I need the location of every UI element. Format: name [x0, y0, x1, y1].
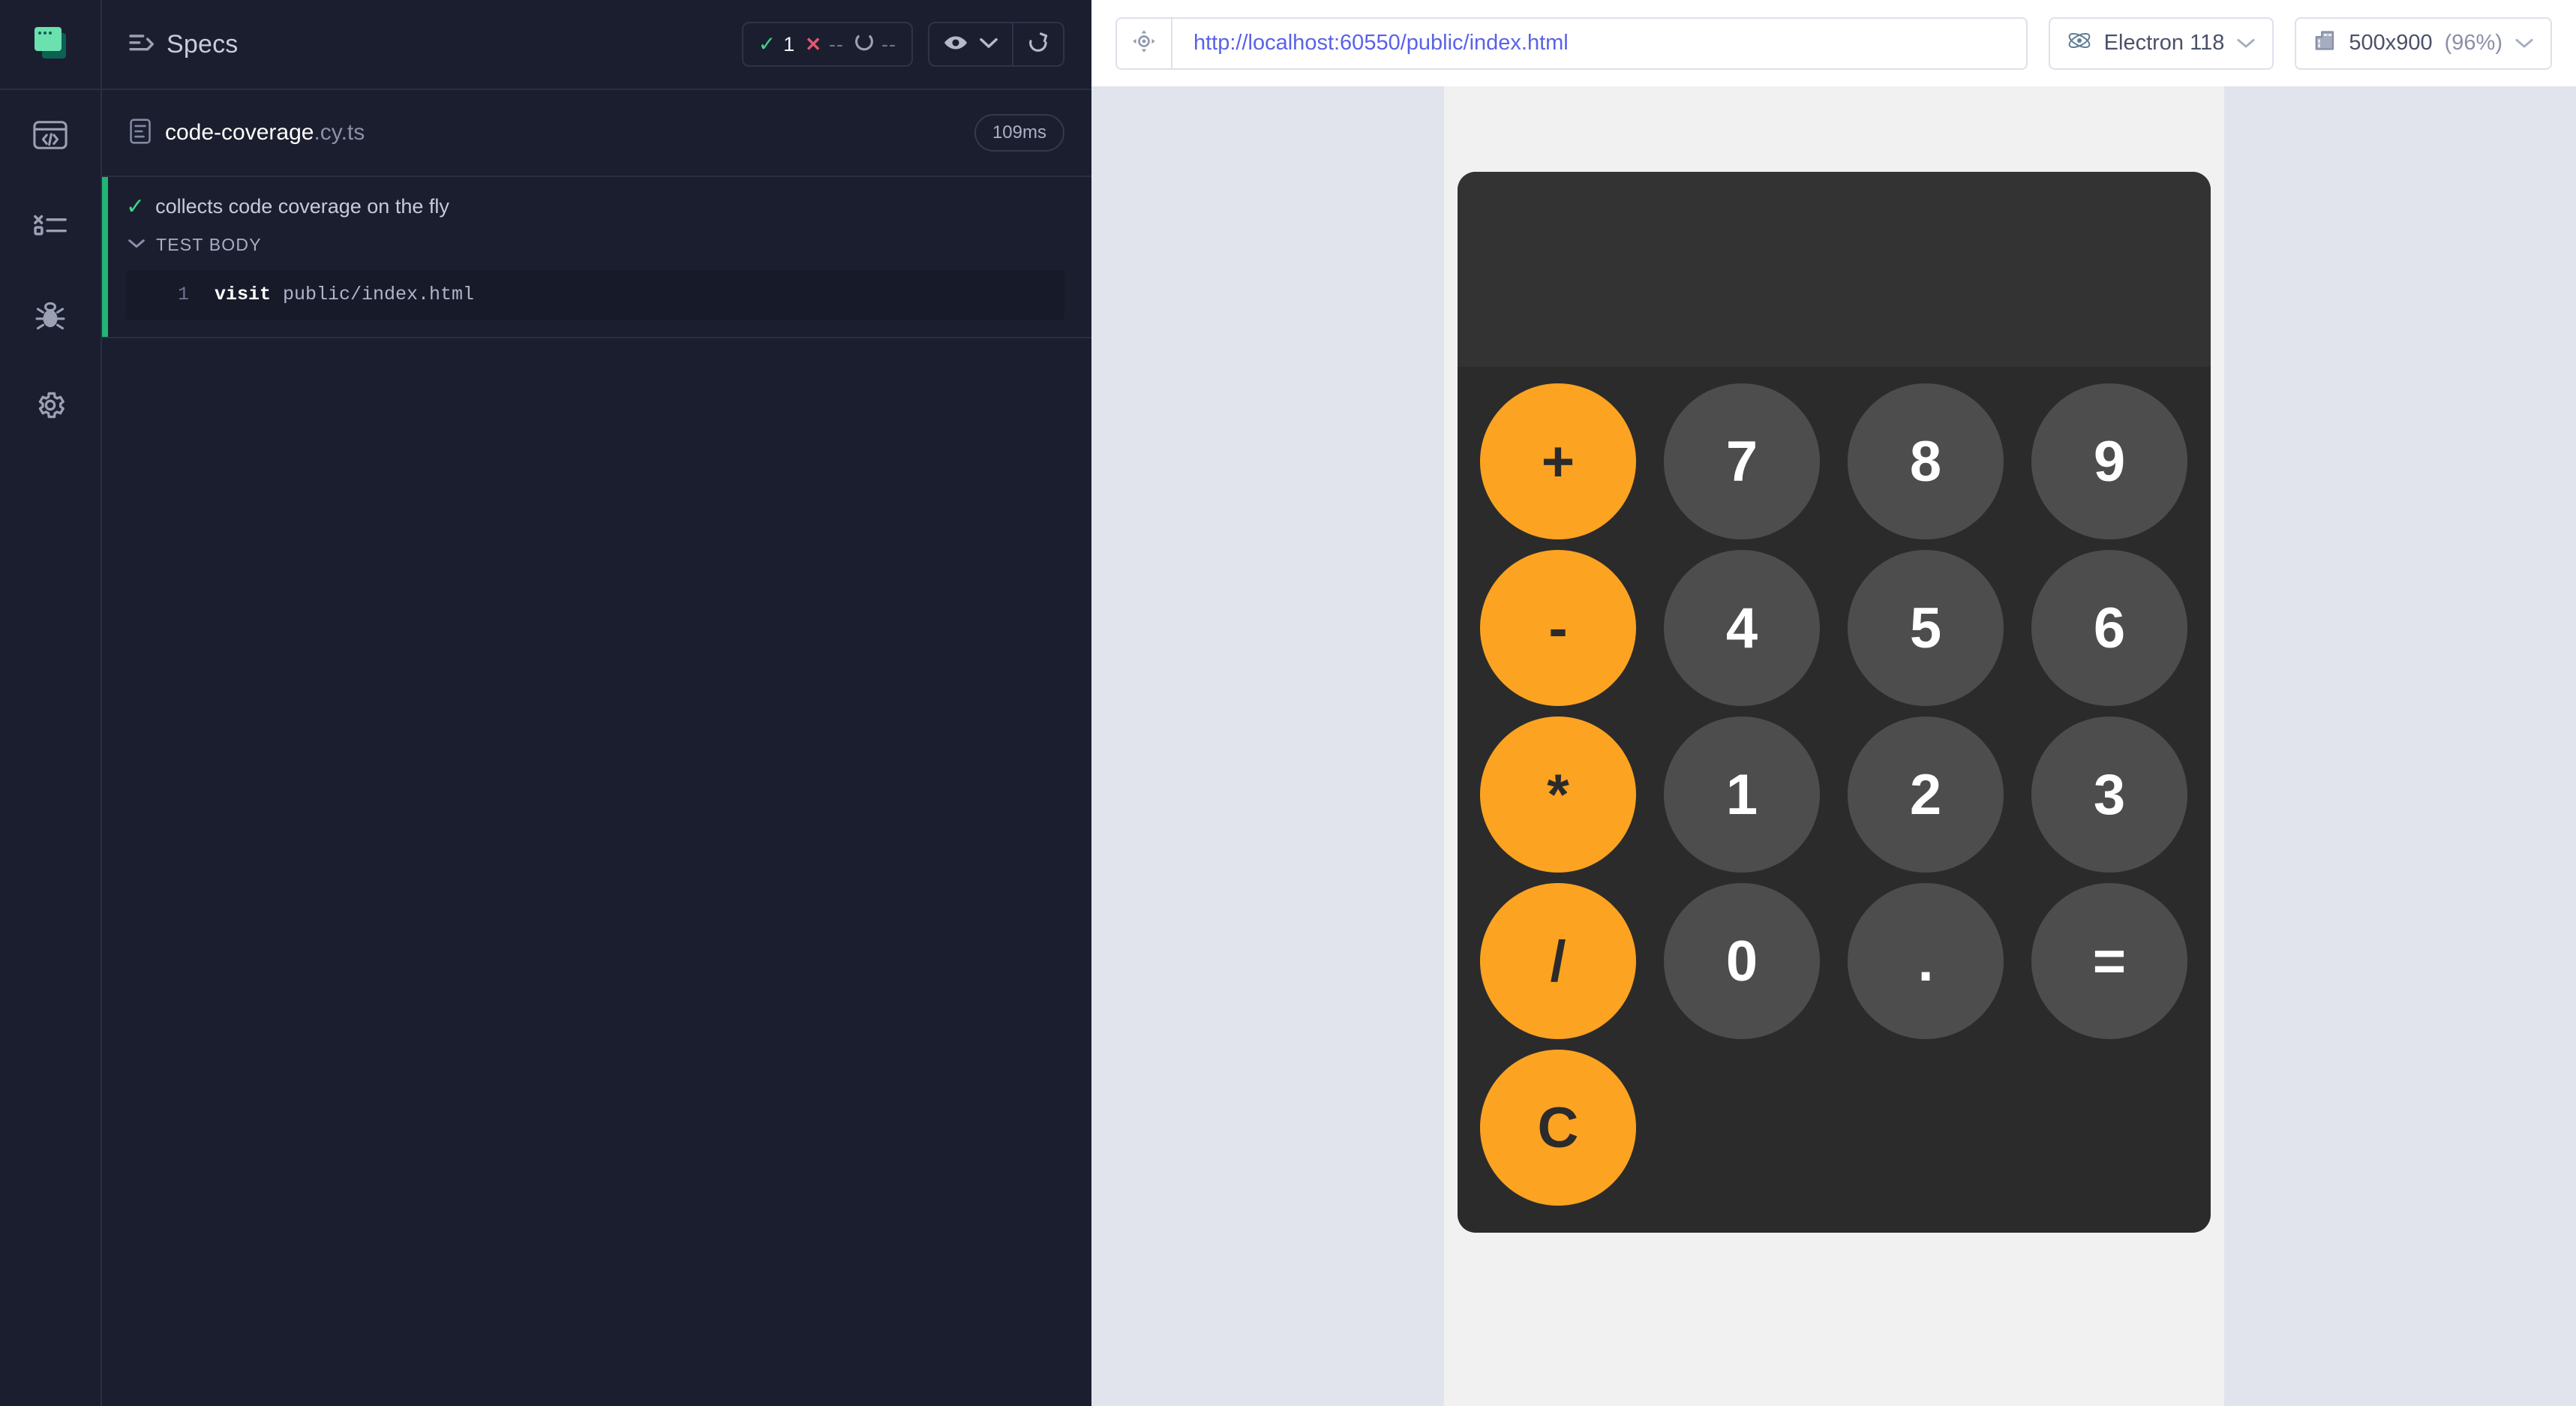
- preview-toggle-button[interactable]: [929, 23, 1012, 65]
- aut-panel: http://localhost:60550/public/index.html…: [1091, 0, 2576, 1406]
- command-name: visit: [215, 284, 272, 305]
- key-0[interactable]: 0: [1664, 883, 1820, 1039]
- command-index: 1: [177, 284, 189, 305]
- stat-pending: --: [854, 33, 896, 56]
- calculator-display: [1457, 172, 2211, 367]
- icon-rail: [0, 0, 102, 1406]
- test-title-row[interactable]: ✓ collects code coverage on the fly: [102, 177, 1091, 218]
- gear-icon: [34, 389, 67, 422]
- runner-header-actions: ✓ 1 ✕ -- --: [741, 22, 1064, 67]
- sidebar-item-runs[interactable]: [0, 180, 101, 270]
- test-item: ✓ collects code coverage on the fly TEST…: [102, 177, 1091, 338]
- key-plus[interactable]: +: [1480, 383, 1636, 539]
- cypress-logo-button[interactable]: [0, 0, 101, 90]
- spec-file-name[interactable]: code-coverage.cy.ts: [165, 120, 365, 146]
- circle-dash-icon: [854, 33, 874, 56]
- bug-icon: [34, 299, 67, 332]
- specs-nav-button[interactable]: Specs: [129, 30, 239, 59]
- key-minus[interactable]: -: [1480, 550, 1636, 706]
- passed-count: 1: [783, 32, 795, 56]
- logo-dot: [49, 32, 52, 35]
- key-2[interactable]: 2: [1848, 717, 2004, 873]
- stat-passed: ✓ 1: [758, 33, 795, 56]
- spec-extension: .cy.ts: [314, 120, 365, 145]
- code-window-icon: [33, 120, 68, 150]
- calculator-keypad: + 7 8 9 - 4 5 6 * 1 2 3 / 0 . = C: [1458, 367, 2211, 1233]
- aut-iframe: + 7 8 9 - 4 5 6 * 1 2 3 / 0 . = C: [1443, 86, 2224, 1406]
- url-input[interactable]: http://localhost:60550/public/index.html: [1172, 31, 1569, 56]
- runner-controls: [928, 22, 1064, 67]
- key-equals[interactable]: =: [2031, 883, 2187, 1039]
- key-6[interactable]: 6: [2031, 550, 2187, 706]
- stat-failed: ✕ --: [805, 33, 844, 56]
- key-8[interactable]: 8: [1848, 383, 2004, 539]
- browser-selector-button[interactable]: Electron 118: [2048, 17, 2274, 70]
- aut-stage: + 7 8 9 - 4 5 6 * 1 2 3 / 0 . = C: [1091, 86, 2576, 1406]
- key-clear[interactable]: C: [1480, 1050, 1636, 1206]
- runner-main-column: Specs ✓ 1 ✕ -- -- code-coverage.cy.ts 10…: [102, 0, 1091, 1406]
- check-icon: ✓: [126, 194, 146, 219]
- logo-dot: [44, 32, 47, 35]
- test-body-label: TEST BODY: [156, 235, 262, 254]
- list-checks-icon: [33, 213, 68, 237]
- chevron-down-icon: [2514, 31, 2534, 56]
- key-decimal[interactable]: .: [1848, 883, 2004, 1039]
- sidebar-item-settings[interactable]: [0, 360, 101, 450]
- check-icon: ✓: [758, 32, 776, 56]
- viewport-scale: (96%): [2444, 31, 2502, 55]
- viewport-selector-button[interactable]: 500x900 (96%): [2295, 17, 2552, 70]
- spec-duration-badge: 109ms: [974, 114, 1064, 152]
- keypad-spacer: [2031, 1050, 2187, 1206]
- command-row[interactable]: 1 visit public/index.html: [126, 284, 1064, 305]
- app-root: Specs ✓ 1 ✕ -- -- code-coverage.cy.ts 10…: [0, 0, 2576, 1406]
- test-list: ✓ collects code coverage on the fly TEST…: [102, 177, 1091, 1406]
- command-arg: public/index.html: [283, 284, 475, 305]
- test-stats: ✓ 1 ✕ -- --: [741, 22, 913, 67]
- key-multiply[interactable]: *: [1480, 717, 1636, 873]
- key-9[interactable]: 9: [2031, 383, 2187, 539]
- chevron-down-icon: [2236, 31, 2256, 56]
- failed-count: --: [829, 32, 845, 56]
- test-title: collects code coverage on the fly: [155, 195, 449, 218]
- browser-label: Electron 118: [2103, 31, 2225, 55]
- spec-header: code-coverage.cy.ts 109ms: [102, 90, 1091, 177]
- sidebar-item-specs[interactable]: [0, 90, 101, 180]
- aut-toolbar: http://localhost:60550/public/index.html…: [1091, 0, 2576, 86]
- runner-header: Specs ✓ 1 ✕ -- --: [102, 0, 1091, 90]
- pending-count: --: [881, 32, 896, 56]
- file-document-icon: [129, 118, 152, 148]
- cross-icon: ✕: [805, 33, 822, 56]
- test-body-toggle[interactable]: TEST BODY: [102, 218, 1091, 255]
- chevron-down-icon: [979, 36, 998, 53]
- electron-icon: [2067, 28, 2092, 59]
- key-3[interactable]: 3: [2031, 717, 2187, 873]
- ruler-icon: [2313, 29, 2337, 59]
- selector-playground-icon: [1131, 29, 1157, 58]
- cypress-logo: [33, 26, 68, 63]
- logo-dot: [38, 32, 41, 35]
- test-command-list: 1 visit public/index.html: [126, 270, 1064, 320]
- sidebar-item-debug[interactable]: [0, 270, 101, 360]
- url-bar[interactable]: http://localhost:60550/public/index.html: [1115, 17, 2028, 70]
- viewport-size: 500x900: [2349, 31, 2433, 55]
- keypad-spacer: [1848, 1050, 2004, 1206]
- key-1[interactable]: 1: [1664, 717, 1820, 873]
- key-divide[interactable]: /: [1480, 883, 1636, 1039]
- chevron-down-icon: [128, 237, 146, 253]
- spec-base-name: code-coverage: [165, 120, 314, 145]
- calculator-app: + 7 8 9 - 4 5 6 * 1 2 3 / 0 . = C: [1457, 172, 2211, 1233]
- key-7[interactable]: 7: [1664, 383, 1820, 539]
- keypad-spacer: [1664, 1050, 1820, 1206]
- specs-arrow-icon: [129, 33, 155, 56]
- logo-front-card: [35, 27, 62, 51]
- rerun-button[interactable]: [1013, 23, 1063, 65]
- eye-icon: [943, 34, 968, 56]
- selector-playground-button[interactable]: [1117, 18, 1172, 68]
- reload-icon: [1027, 32, 1049, 58]
- key-4[interactable]: 4: [1664, 550, 1820, 706]
- key-5[interactable]: 5: [1848, 550, 2004, 706]
- specs-label: Specs: [167, 29, 239, 59]
- cypress-runner-panel: Specs ✓ 1 ✕ -- -- code-coverage.cy.ts 10…: [0, 0, 1091, 1406]
